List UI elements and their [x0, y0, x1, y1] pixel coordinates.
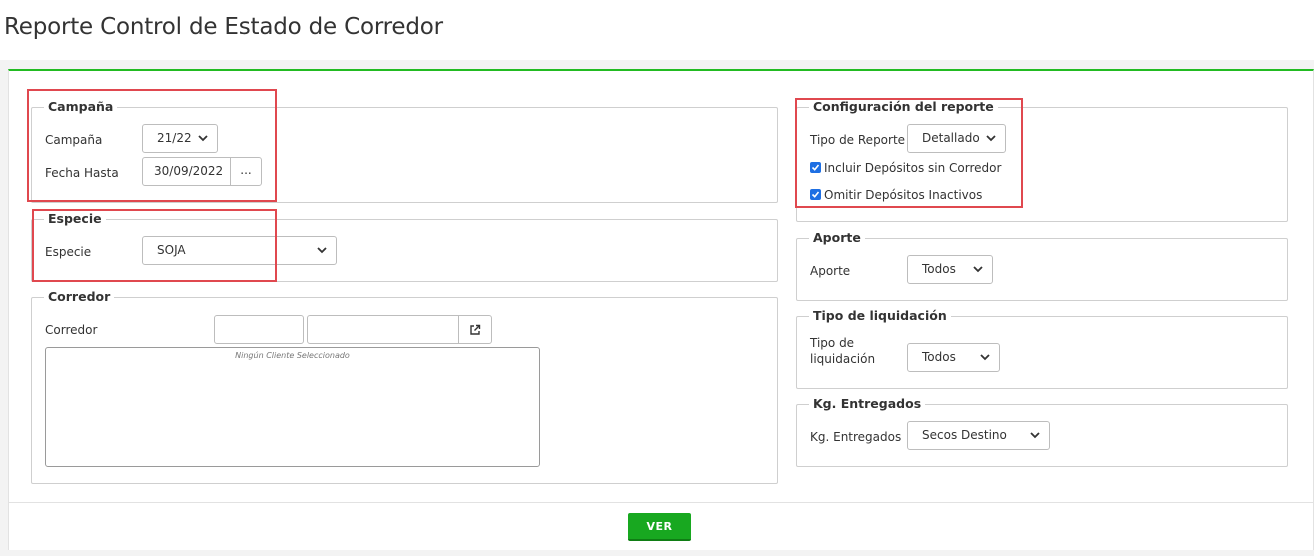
- kg-entregados-fieldset: Kg. Entregados Kg. Entregados Secos Dest…: [796, 396, 1288, 467]
- kg-entregados-legend: Kg. Entregados: [809, 396, 926, 412]
- selected-clients-list[interactable]: Ningún Cliente Seleccionado: [45, 347, 540, 467]
- corredor-code-input[interactable]: [214, 315, 304, 344]
- corredor-legend: Corredor: [44, 289, 115, 305]
- chevron-down-icon: [1030, 432, 1040, 439]
- external-link-icon: [470, 324, 481, 335]
- open-corredor-button[interactable]: [458, 315, 492, 344]
- liquidacion-label-line1: Tipo de: [810, 336, 855, 350]
- panel-footer: VER: [9, 502, 1313, 550]
- chevron-down-icon: [973, 266, 983, 273]
- chevron-down-icon: [980, 354, 990, 361]
- liquidacion-label-line2: liquidación: [810, 352, 876, 366]
- highlight-box-especie: [32, 209, 277, 282]
- aporte-fieldset: Aporte Aporte Todos: [796, 230, 1288, 301]
- ver-button[interactable]: VER: [628, 513, 691, 541]
- aporte-legend: Aporte: [809, 230, 865, 246]
- aporte-select[interactable]: Todos: [907, 255, 993, 284]
- liquidacion-legend: Tipo de liquidación: [809, 308, 951, 324]
- kg-entregados-value: Secos Destino: [922, 428, 1007, 442]
- kg-entregados-select[interactable]: Secos Destino: [907, 421, 1050, 450]
- corredor-label: Corredor: [45, 323, 98, 337]
- liquidacion-value: Todos: [922, 350, 956, 364]
- corredor-name-input[interactable]: [307, 315, 459, 344]
- chevron-down-icon: [317, 247, 327, 254]
- page-title: Reporte Control de Estado de Corredor: [4, 14, 443, 40]
- kg-entregados-label: Kg. Entregados: [810, 430, 902, 444]
- empty-clients-message: Ningún Cliente Seleccionado: [235, 351, 350, 360]
- highlight-box-campana: [27, 89, 277, 202]
- liquidacion-fieldset: Tipo de liquidación Tipo de liquidación …: [796, 308, 1288, 389]
- corredor-fieldset: Corredor Corredor Ningún Cliente Selecci…: [31, 289, 778, 484]
- aporte-label: Aporte: [810, 264, 851, 278]
- highlight-box-config: [795, 98, 1023, 208]
- aporte-value: Todos: [922, 262, 956, 276]
- title-bar: Reporte Control de Estado de Corredor: [0, 0, 1314, 60]
- liquidacion-select[interactable]: Todos: [907, 343, 1000, 372]
